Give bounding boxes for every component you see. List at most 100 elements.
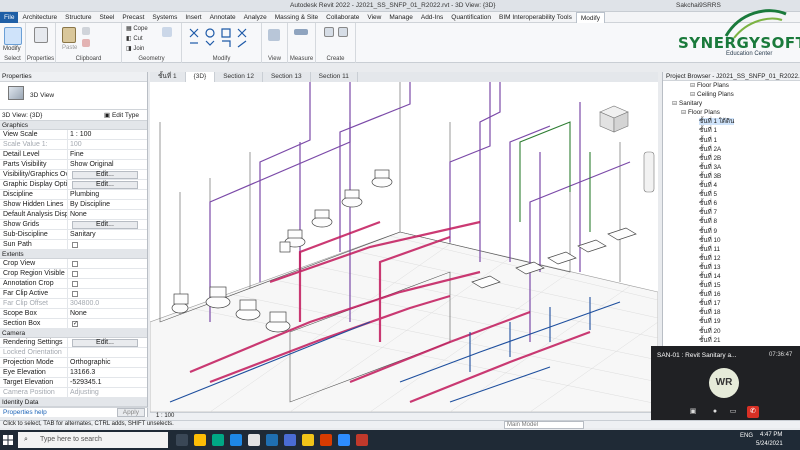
ribbon-tab-structure[interactable]: Structure (61, 12, 95, 23)
zoom-icon[interactable] (338, 434, 350, 446)
property-value[interactable]: 100 (68, 140, 147, 149)
browser-node[interactable]: ชั้นที่ 21 (663, 336, 800, 345)
property-row-show-grids[interactable]: Show Grids Edit... (0, 220, 147, 230)
cut-button[interactable]: ◧ Cut (126, 35, 143, 42)
view-tab-section-11[interactable]: Section 11 (311, 72, 358, 82)
ribbon-tab-massing-site[interactable]: Massing & Site (271, 12, 322, 23)
expand-icon[interactable]: ⊟ (681, 109, 688, 116)
property-value[interactable] (68, 279, 147, 288)
recorder-icon[interactable] (356, 434, 368, 446)
ribbon-tab-insert[interactable]: Insert (181, 12, 205, 23)
edit-button[interactable]: Edit... (72, 181, 138, 189)
revit-icon[interactable] (248, 434, 260, 446)
property-value[interactable] (68, 348, 147, 357)
input-language[interactable]: ENG (740, 433, 753, 439)
edit-button[interactable]: Edit... (72, 221, 138, 229)
browser-node[interactable]: ชั้นที่ 14 (663, 272, 800, 281)
task-view-icon[interactable] (176, 434, 188, 446)
sanitary-model-drawing[interactable] (150, 82, 658, 412)
property-value[interactable]: -529345.1 (68, 378, 147, 387)
browser-node[interactable]: ⊟ Floor Plans (663, 108, 800, 117)
modify-tools-icons[interactable] (186, 25, 258, 51)
ribbon-tab-add-ins[interactable]: Add-Ins (417, 12, 447, 23)
property-row-far-clip-offset[interactable]: Far Clip Offset 304800.0 (0, 299, 147, 309)
property-value[interactable]: 13166.3 (68, 368, 147, 377)
ribbon-tab-precast[interactable]: Precast (118, 12, 148, 23)
section-graphics[interactable]: Graphics (0, 121, 147, 130)
cope-button[interactable]: ▦ Cope (126, 25, 148, 32)
property-row-scope-box[interactable]: Scope Box None (0, 309, 147, 319)
hang-up-icon[interactable]: ✆ (747, 406, 759, 418)
modify-arrow-icon[interactable] (4, 27, 22, 45)
property-value[interactable]: Edit... (68, 338, 147, 347)
clock-time[interactable]: 4:47 PM (760, 432, 782, 438)
property-value[interactable] (68, 259, 147, 268)
ribbon-tab-collaborate[interactable]: Collaborate (322, 12, 363, 23)
property-value[interactable]: Fine (68, 150, 147, 159)
section-camera[interactable]: Camera (0, 329, 147, 338)
view-tab-section-12[interactable]: Section 12 (215, 72, 263, 82)
expand-icon[interactable]: ⊟ (690, 82, 697, 89)
properties-icon[interactable] (34, 27, 48, 43)
browser-node[interactable]: ⊟ Ceiling Plans (663, 90, 800, 99)
apply-button[interactable]: Apply (116, 408, 145, 417)
property-value[interactable]: Orthographic (68, 358, 147, 367)
ribbon-tab-steel[interactable]: Steel (96, 12, 119, 23)
browser-node[interactable]: ชั้นที่ 1 (663, 126, 800, 135)
property-row-annotation-crop[interactable]: Annotation Crop (0, 279, 147, 289)
taskbar-search[interactable]: ⌕ Type here to search (18, 432, 168, 448)
property-row-target-elevation[interactable]: Target Elevation -529345.1 (0, 378, 147, 388)
model-selector[interactable]: Main Model (504, 421, 584, 429)
property-value[interactable]: None (68, 309, 147, 318)
property-row-default-analysis-disp[interactable]: Default Analysis Disp... None (0, 210, 147, 220)
view-tab-1[interactable]: ชั้นที่ 1 (150, 72, 186, 82)
property-value[interactable]: Edit... (68, 220, 147, 229)
section-extents[interactable]: Extents (0, 250, 147, 259)
property-row-camera-position[interactable]: Camera Position Adjusting (0, 388, 147, 398)
properties-help-link[interactable]: Properties help (3, 409, 47, 416)
checkbox[interactable] (72, 261, 78, 267)
checkbox[interactable] (72, 271, 78, 277)
checkbox[interactable]: ✓ (72, 321, 78, 327)
paste-label[interactable]: Paste (62, 45, 77, 51)
browser-node[interactable]: ชั้นที่ 1 (663, 136, 800, 145)
property-row-view-scale[interactable]: View Scale 1 : 100 (0, 130, 147, 140)
property-row-visibility-graphics-ov[interactable]: Visibility/Graphics Ov... Edit... (0, 170, 147, 180)
view-tab-section-13[interactable]: Section 13 (263, 72, 311, 82)
browser-node[interactable]: ชั้นที่ 5 (663, 190, 800, 199)
copy-icon[interactable] (82, 27, 90, 35)
measure-icon[interactable] (294, 29, 308, 35)
view-tab-3d[interactable]: {3D} (185, 72, 216, 82)
windows-start-icon[interactable] (0, 430, 16, 450)
ribbon-tab-file[interactable]: File (0, 12, 19, 23)
group-select-label[interactable]: Select (0, 56, 25, 62)
property-value[interactable]: ✓ (68, 319, 147, 328)
browser-node[interactable]: ชั้นที่ 4 (663, 181, 800, 190)
paste-icon[interactable] (62, 27, 76, 43)
screen-share-icon[interactable]: ▭ (727, 406, 739, 418)
property-row-show-hidden-lines[interactable]: Show Hidden Lines By Discipline (0, 200, 147, 210)
edit-type-button[interactable]: ▣ Edit Type (104, 110, 139, 121)
ribbon-tab-manage[interactable]: Manage (385, 12, 417, 23)
create-group-icon[interactable] (324, 27, 334, 37)
browser-node[interactable]: ชั้นที่ 20 (663, 327, 800, 336)
powerpoint-icon[interactable] (320, 434, 332, 446)
browser-node[interactable]: ชั้นที่ 18 (663, 308, 800, 317)
browser-node[interactable]: ชั้นที่ 8 (663, 217, 800, 226)
type-selector[interactable]: 3D View (0, 82, 147, 110)
property-value[interactable] (68, 240, 147, 249)
property-value[interactable]: Sanitary (68, 230, 147, 239)
property-row-crop-region-visible[interactable]: Crop Region Visible (0, 269, 147, 279)
camera-icon[interactable]: ▣ (687, 406, 699, 418)
property-row-eye-elevation[interactable]: Eye Elevation 13166.3 (0, 368, 147, 378)
property-value[interactable]: Edit... (68, 170, 147, 179)
chrome-icon[interactable] (194, 434, 206, 446)
clock-date[interactable]: 5/24/2021 (756, 441, 783, 447)
browser-node[interactable]: ชั้นที่ 9 (663, 227, 800, 236)
browser-node[interactable]: ชั้นที่ 15 (663, 281, 800, 290)
browser-node[interactable]: ชั้นที่ 19 (663, 317, 800, 326)
property-row-section-box[interactable]: Section Box ✓ (0, 319, 147, 329)
property-value[interactable]: Plumbing (68, 190, 147, 199)
property-value[interactable] (68, 289, 147, 298)
property-value[interactable]: 304800.0 (68, 299, 147, 308)
